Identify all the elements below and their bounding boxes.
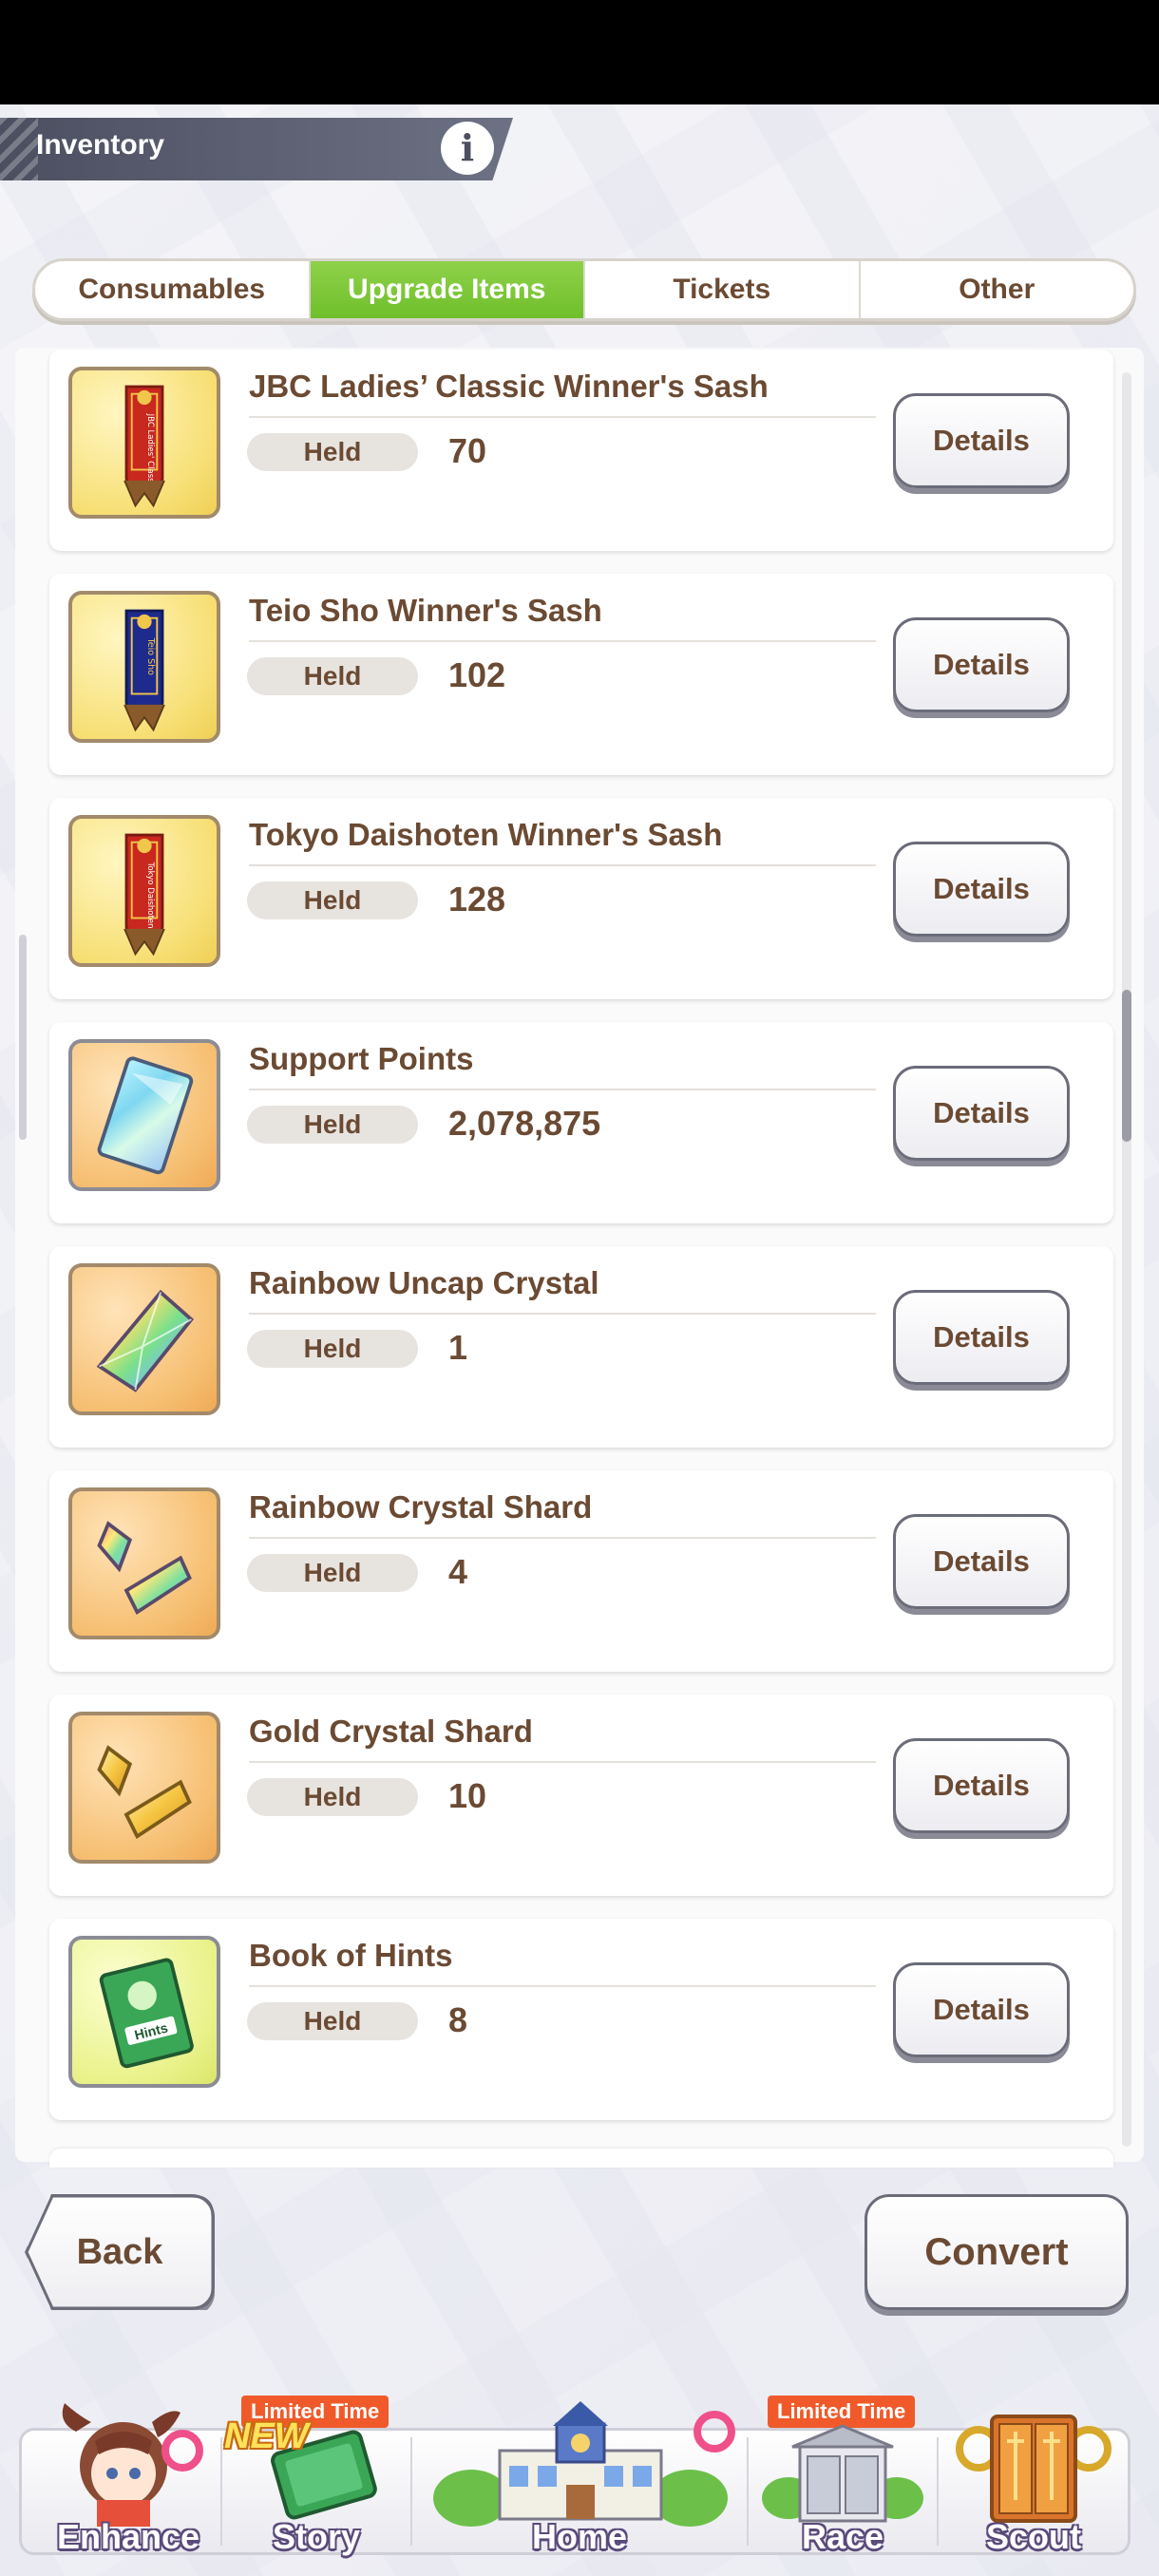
nav-separator [220, 2437, 222, 2546]
nav-separator [747, 2437, 749, 2546]
list-item: Gold Crystal Shard Held 10 Details [49, 1695, 1113, 1896]
nav-home-label: Home [531, 2517, 628, 2556]
tab-consumables[interactable]: Consumables [35, 261, 311, 318]
nav-race-label: Race [801, 2517, 884, 2556]
rainbow-crystal-icon [68, 1263, 220, 1415]
details-button[interactable]: Details [893, 1066, 1070, 1161]
scout-door-icon [956, 2415, 1112, 2523]
race-gate-icon [762, 2424, 923, 2523]
scrollbar-thumb[interactable] [1122, 990, 1131, 1142]
held-label: Held [247, 1778, 418, 1816]
tab-tickets[interactable]: Tickets [585, 261, 861, 318]
details-button[interactable]: Details [893, 1514, 1070, 1609]
item-name: Book of Hints [249, 1938, 453, 1973]
held-label: Held [247, 881, 418, 919]
nav-enhance[interactable]: Enhance [38, 2394, 218, 2565]
held-label: Held [247, 433, 418, 471]
list-item: Tokyo Daishoten Tokyo Daishoten Winner's… [49, 798, 1113, 999]
divider [249, 1985, 876, 1987]
details-button[interactable]: Details [893, 393, 1070, 488]
held-count: 4 [448, 1552, 468, 1591]
details-button[interactable]: Details [893, 1738, 1070, 1833]
list-item: Rainbow Uncap Crystal Held 1 Details [49, 1246, 1113, 1448]
sash-label: Teio Sho [145, 637, 156, 676]
item-name: Teio Sho Winner's Sash [249, 593, 602, 628]
nav-story-label: Story [272, 2517, 361, 2556]
divider [249, 864, 876, 866]
held-count: 70 [448, 431, 487, 470]
info-icon[interactable]: i [441, 122, 494, 175]
details-button[interactable]: Details [893, 617, 1070, 712]
nav-scout[interactable]: Scout [940, 2394, 1127, 2565]
tab-other[interactable]: Other [861, 261, 1134, 318]
page-title: Inventory [36, 129, 165, 161]
tab-upgrade-items[interactable]: Upgrade Items [310, 261, 585, 318]
story-book-icon [271, 2430, 377, 2520]
details-button[interactable]: Details [893, 1290, 1070, 1385]
divider [249, 640, 876, 642]
divider [249, 1313, 876, 1315]
nav-home[interactable]: Home [414, 2394, 745, 2565]
category-tabs: Consumables Upgrade Items Tickets Other [32, 258, 1136, 321]
divider [249, 416, 876, 418]
held-count: 128 [448, 880, 506, 919]
list-item: JBC Ladies' Classic JBC Ladies’ Classic … [49, 350, 1113, 551]
left-scroll-indicator [19, 935, 27, 1140]
list-item: Rainbow Crystal Shard Held 4 Details [49, 1470, 1113, 1672]
status-bar [0, 0, 1159, 104]
held-label: Held [247, 1106, 418, 1144]
item-name: JBC Ladies’ Classic Winner's Sash [249, 369, 769, 404]
held-count: 10 [448, 1776, 487, 1815]
list-item [49, 2149, 1113, 2168]
list-item: Teio Sho Teio Sho Winner's Sash Held 102… [49, 574, 1113, 775]
held-label: Held [247, 1554, 418, 1592]
divider [249, 1761, 876, 1763]
red-sash-icon: Tokyo Daishoten [68, 815, 220, 967]
item-name: Rainbow Uncap Crystal [249, 1265, 599, 1300]
header-stripe [0, 118, 38, 180]
list-item: Support Points Held 2,078,875 Details [49, 1022, 1113, 1223]
held-count: 2,078,875 [448, 1104, 601, 1143]
held-count: 8 [448, 2000, 468, 2039]
hint-book-icon: Hints [68, 1936, 220, 2088]
nav-separator [410, 2437, 412, 2546]
nav-enhance-label: Enhance [56, 2517, 200, 2556]
held-label: Held [247, 657, 418, 695]
enhance-character-icon [62, 2403, 203, 2527]
sash-label: Tokyo Daishoten [145, 862, 155, 929]
support-points-card-icon [68, 1039, 220, 1191]
gold-shard-icon [68, 1712, 220, 1864]
nav-race[interactable]: Limited Time Race [750, 2394, 935, 2565]
list-item: Hints Book of Hints Held 8 Details [49, 1919, 1113, 2120]
new-badge: NEW [224, 2416, 309, 2456]
blue-sash-icon: Teio Sho [68, 591, 220, 743]
convert-button[interactable]: Convert [864, 2194, 1129, 2310]
item-name: Support Points [249, 1041, 474, 1076]
back-button[interactable]: Back [25, 2194, 215, 2310]
home-building-icon [433, 2401, 735, 2527]
nav-story[interactable]: Limited Time NEW Story [224, 2394, 408, 2565]
scrollbar-track[interactable] [1122, 372, 1131, 2147]
red-sash-icon: JBC Ladies' Classic [68, 367, 220, 519]
held-label: Held [247, 1330, 418, 1368]
held-count: 102 [448, 655, 506, 694]
nav-scout-label: Scout [985, 2517, 1081, 2556]
item-name: Tokyo Daishoten Winner's Sash [249, 817, 723, 852]
divider [249, 1537, 876, 1539]
item-name: Gold Crystal Shard [249, 1714, 533, 1749]
sash-label: JBC Ladies' Classic [145, 413, 155, 489]
divider [249, 1089, 876, 1090]
item-name: Rainbow Crystal Shard [249, 1489, 593, 1525]
rainbow-shard-icon [68, 1487, 220, 1639]
details-button[interactable]: Details [893, 842, 1070, 937]
held-label: Held [247, 2002, 418, 2040]
details-button[interactable]: Details [893, 1962, 1070, 2057]
held-count: 1 [448, 1328, 468, 1367]
nav-separator [937, 2437, 939, 2546]
